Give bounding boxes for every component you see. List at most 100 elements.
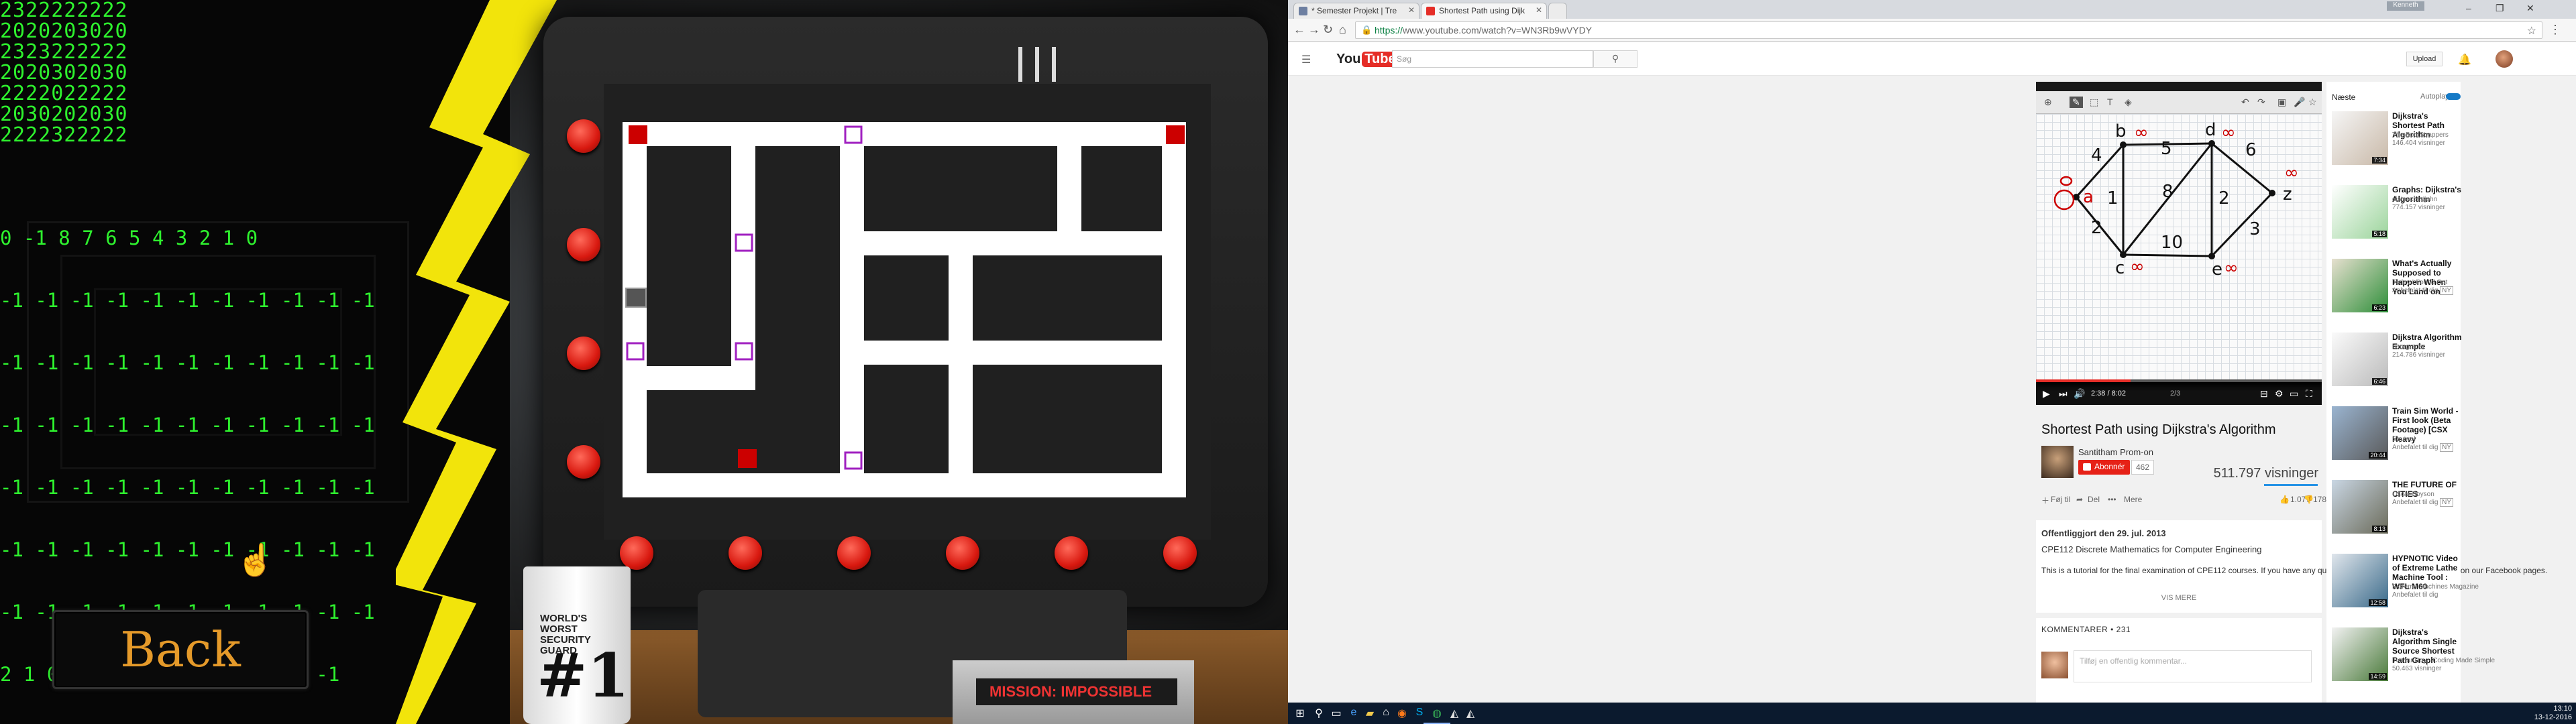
store-icon[interactable]: ⌂ <box>1379 707 1393 720</box>
red-side-button[interactable] <box>567 119 600 153</box>
address-bar[interactable]: 🔒 https://www.youtube.com/watch?v=WN3Rb9… <box>1355 21 2542 39</box>
guide-menu-icon[interactable]: ☰ <box>1301 53 1311 66</box>
firefox-icon[interactable]: ◉ <box>1395 707 1409 720</box>
red-bottom-button[interactable] <box>946 536 979 570</box>
profile-chip[interactable]: Kenneth <box>2387 1 2424 11</box>
bookmark-star-icon[interactable]: ☆ <box>2527 24 2536 38</box>
related-views: Anbefalet til dig <box>2392 591 2438 599</box>
svg-text:e: e <box>2212 259 2222 280</box>
tab-semester-project[interactable]: * Semester Projekt | Tre ✕ <box>1293 3 1419 19</box>
related-video[interactable]: 6:46 Dijkstra Algorithm Example barngrad… <box>2332 333 2462 397</box>
file-explorer-icon[interactable]: ▰ <box>1363 707 1377 720</box>
whiteboard-toolbar: ⊕ ✎ ⬚ T ◈ ↶ ↷ ▣ 🎤 ☆ <box>2036 91 2322 114</box>
related-video[interactable]: 6:23 What's Actually Supposed to Happen … <box>2332 259 2461 323</box>
system-clock: 13:10 13-12-2016 <box>2534 705 2572 722</box>
share-button[interactable]: Del <box>2088 495 2100 504</box>
autoplay-toggle[interactable] <box>2446 93 2461 100</box>
red-side-button[interactable] <box>567 445 600 479</box>
forward-arrow-icon[interactable]: → <box>1308 23 1320 37</box>
more-button[interactable]: Mere <box>2124 495 2142 504</box>
dislike-icon[interactable]: 👎 <box>2304 495 2314 504</box>
menu-icon[interactable]: ⋮ <box>2549 23 2561 37</box>
related-channel: distanceedjohn <box>2392 196 2438 203</box>
red-bottom-button[interactable] <box>1163 536 1197 570</box>
related-video[interactable]: 7:34 Dijkstra's Shortest Path Algorithm … <box>2332 111 2461 176</box>
maximize-icon[interactable]: ❐ <box>2496 3 2504 14</box>
minimize-icon[interactable]: – <box>2466 3 2471 13</box>
close-tab-icon[interactable]: ✕ <box>1536 5 1542 15</box>
player-controls: ▶ ⏭ 🔊 2:38 / 8:02 2/3 ⊟ ⚙ ▭ ⛶ <box>2036 382 2322 405</box>
channel-avatar[interactable] <box>2041 446 2074 478</box>
new-tab-button[interactable] <box>1548 3 1567 19</box>
more-icon[interactable]: ••• <box>2108 495 2116 504</box>
next-icon[interactable]: ⏭ <box>2059 388 2068 400</box>
close-tab-icon[interactable]: ✕ <box>1408 5 1415 15</box>
reload-icon[interactable]: ↻ <box>1323 23 1333 37</box>
home-icon[interactable]: ⌂ <box>1339 23 1346 37</box>
fullscreen-icon[interactable]: ⛶ <box>2306 388 2312 400</box>
subscribe-button[interactable]: Abonnér <box>2078 460 2131 475</box>
red-bottom-button[interactable] <box>729 536 762 570</box>
like-icon[interactable]: 👍 <box>2279 495 2290 504</box>
game-window: 2322222222 2020203020 2323222222 2020302… <box>0 0 1288 724</box>
chrome-icon[interactable]: ◍ <box>1430 707 1444 720</box>
player-top-bar <box>2036 82 2322 91</box>
related-video[interactable]: 5:18 Graphs: Dijkstra's Algorithm distan… <box>2332 185 2461 249</box>
add-to-button[interactable]: Føj til <box>2051 495 2070 504</box>
related-video[interactable]: 8:13 THE FUTURE OF CITIES Oscar Boyson A… <box>2332 480 2461 544</box>
skype-icon[interactable]: S <box>1413 707 1426 720</box>
search-icon[interactable]: ⚲ <box>1312 707 1326 720</box>
red-bottom-button[interactable] <box>620 536 653 570</box>
description-line: This is a tutorial for the final examina… <box>2041 566 2548 575</box>
search-button[interactable]: ⚲ <box>1593 50 1638 68</box>
up-next-label: Næste <box>2332 93 2356 102</box>
duration-badge: 6:23 <box>2372 304 2387 311</box>
account-avatar[interactable] <box>2496 50 2513 68</box>
video-thumbnail: 14:59 <box>2332 627 2388 681</box>
close-window-icon[interactable]: ✕ <box>2526 3 2534 14</box>
share-icon[interactable]: ➦ <box>2076 495 2083 504</box>
distance-row: -1 -1 -1 -1 -1 -1 -1 -1 -1 -1 -1 <box>0 289 375 312</box>
windows-start-icon[interactable]: ⊞ <box>1293 707 1307 720</box>
unity-icon[interactable]: ◭ <box>1448 707 1461 720</box>
description-line: CPE112 Discrete Mathematics for Computer… <box>2041 544 2262 554</box>
add-to-icon[interactable]: ＋ <box>2041 495 2049 506</box>
svg-text:∞: ∞ <box>2221 123 2236 143</box>
edge-browser-icon[interactable]: e <box>1347 707 1360 720</box>
notifications-bell-icon[interactable]: 🔔 <box>2458 53 2471 66</box>
clock-time: 13:10 <box>2553 705 2572 713</box>
subscriber-count: 462 <box>2131 460 2155 475</box>
tab-youtube-video[interactable]: Shortest Path using Dijk ✕ <box>1421 3 1547 19</box>
related-video[interactable]: 12:58 HYPNOTIC Video of Extreme Lathe Ma… <box>2332 554 2479 618</box>
channel-name[interactable]: Santitham Prom-on <box>2078 447 2153 457</box>
upload-button[interactable]: Upload <box>2406 52 2443 66</box>
duration-badge: 14:59 <box>2369 673 2387 680</box>
settings-gear-icon[interactable]: ⚙ <box>2275 388 2284 400</box>
unity-editor-icon[interactable]: ◭ <box>1464 707 1477 720</box>
distance-header: 0 -1 8 7 6 5 4 3 2 1 0 <box>0 227 258 249</box>
hand-cursor-icon: ☝ <box>236 542 275 577</box>
captions-icon[interactable]: ⊟ <box>2260 388 2268 400</box>
youtube-favicon-icon <box>1426 7 1435 15</box>
related-channel: Tushar Roy - Coding Made Simple <box>2392 657 2496 664</box>
red-side-button[interactable] <box>567 228 600 261</box>
red-bottom-button[interactable] <box>837 536 871 570</box>
red-bottom-button[interactable] <box>1055 536 1088 570</box>
show-more-button[interactable]: VIS MERE <box>2036 594 2322 602</box>
back-arrow-icon[interactable]: ← <box>1293 23 1305 37</box>
red-side-button[interactable] <box>567 337 600 370</box>
comment-input[interactable]: Tilføj en offentlig kommentar... <box>2074 650 2312 682</box>
back-button[interactable]: Back <box>52 610 309 689</box>
video-player[interactable]: ⊕ ✎ ⬚ T ◈ ↶ ↷ ▣ 🎤 ☆ a b c d e z 4 2 1 5 … <box>2036 82 2322 405</box>
related-video[interactable]: 20:44 Train Sim World - First look (Beta… <box>2332 406 2461 471</box>
related-video[interactable]: 14:59 Dijkstra's Algorithm Single Source… <box>2332 627 2495 692</box>
video-thumbnail: 12:58 <box>2332 554 2388 607</box>
publish-date: Offentliggjort den 29. jul. 2013 <box>2041 528 2166 538</box>
volume-icon[interactable]: 🔊 <box>2074 388 2085 400</box>
svg-text:5: 5 <box>2161 139 2172 159</box>
task-view-icon[interactable]: ▭ <box>1330 707 1343 720</box>
related-views: 146.404 visninger <box>2392 139 2445 147</box>
search-input[interactable]: Søg <box>1392 50 1593 68</box>
play-icon[interactable]: ▶ <box>2043 388 2050 400</box>
theater-mode-icon[interactable]: ▭ <box>2290 388 2298 400</box>
